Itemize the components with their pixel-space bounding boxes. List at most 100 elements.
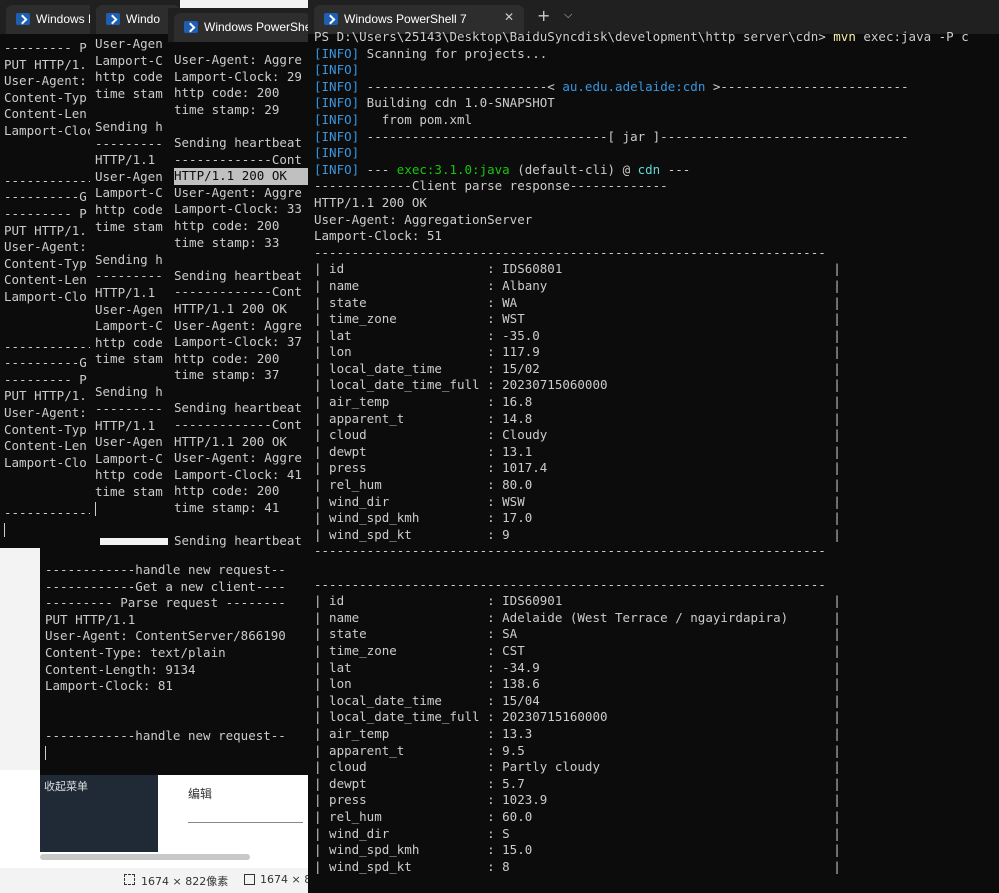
output-line: PUT HTTP/1. — [4, 222, 87, 238]
title-bar: Windo — [90, 0, 180, 34]
output-line: User-Agent: Aggre — [174, 317, 302, 333]
table-row: | apparent_t : 14.8 | — [314, 410, 841, 426]
output-line: PUT HTTP/1. — [4, 56, 87, 72]
table-row: | id : IDS60801 | — [314, 261, 841, 277]
info-line: [INFO] from pom.xml — [314, 111, 473, 127]
output-line: PUT HTTP/1.1 — [45, 611, 136, 627]
tab-title: Windows PowerShell 7 — [344, 12, 467, 26]
command: mvn — [833, 29, 856, 44]
output-line: -------------Cont — [174, 417, 302, 433]
table-row: | wind_spd_kt : 9 | — [314, 526, 841, 542]
terminal-output: User-Agent: Aggre Lamport-Clock: 29 http c… — [168, 52, 310, 550]
table-row: | time_zone : CST | — [314, 642, 841, 658]
output-line: Lamport-Clock: 29 — [174, 68, 302, 84]
new-tab-icon[interactable]: + — [537, 6, 550, 25]
edit-label[interactable]: 编辑 — [188, 785, 212, 802]
chevron-down-icon[interactable]: ⌵ — [564, 8, 572, 22]
table-row: | local_date_time : 15/04 | — [314, 692, 841, 708]
terminal-output: PS D:\Users\25143\Desktop\BaiduSyncdisk\… — [308, 29, 999, 875]
table-row: | dewpt : 13.1 | — [314, 443, 841, 459]
output-line: PUT HTTP/1. — [4, 388, 87, 404]
output-line: Lamport-Clock: 33 — [174, 201, 302, 217]
cursor-line — [4, 521, 100, 538]
table-row: | cloud : Cloudy | — [314, 427, 841, 443]
server-terminal-window[interactable]: ------------handle new request-- --------… — [40, 545, 310, 775]
output-line: Lamport-Cloc — [4, 122, 95, 138]
powershell-icon — [324, 13, 338, 25]
output-line: -------------Cont — [174, 284, 302, 300]
output-line: User-Agent: Aggre — [174, 52, 302, 67]
table-row: | local_date_time_full : 20230715060000 … — [314, 377, 841, 393]
output-line: Sending heartbeat — [174, 400, 302, 416]
output-line: -------------Cont — [174, 151, 302, 167]
text-cursor — [95, 502, 96, 517]
cursor-line — [45, 745, 310, 762]
output-line: HTTP/1.1 200 OK — [174, 168, 310, 185]
output-line: Content-Len — [4, 438, 87, 454]
output-line: ------------ — [4, 338, 95, 354]
output-line: --------- P — [4, 40, 87, 55]
table-border: ----------------------------------------… — [314, 543, 826, 559]
menu-collapse-label[interactable]: 收起菜单 — [44, 778, 88, 794]
table-row: | rel_hum : 80.0 | — [314, 477, 841, 493]
output-line: ----------G — [4, 355, 87, 371]
output-line: Lamport-Clock: 41 — [174, 466, 302, 482]
table-row: | name : Albany | — [314, 277, 841, 293]
selection-icon — [124, 874, 135, 885]
output-line: ------------- — [4, 504, 100, 520]
output-line: HTTP/1.1 200 OK — [174, 300, 287, 316]
output-line: Content-Length: 9134 — [45, 661, 196, 677]
divider — [188, 822, 303, 823]
table-row: | air_temp : 13.3 | — [314, 725, 841, 741]
table-row: | dewpt : 5.7 | — [314, 775, 841, 791]
output-line: User-Agent: — [4, 405, 87, 421]
tab-window-1[interactable]: Windows P — [6, 5, 100, 34]
output-line: http code: 200 — [174, 483, 280, 499]
info-line: [INFO] — [314, 62, 360, 78]
table-row: | state : SA | — [314, 626, 841, 642]
output-line: HTTP/1.1 200 OK — [174, 433, 287, 449]
output-line: ------------handle new request-- — [45, 727, 286, 743]
main-terminal-window[interactable]: Windows PowerShell 7 ✕ + ⌵ PS D:\Users\2… — [308, 0, 999, 893]
output-line: http code: 200 — [174, 350, 280, 366]
tab-window-3[interactable]: Windows PowerShell — [174, 13, 310, 42]
output-line: User-Agent: ContentServer/866190 — [45, 628, 286, 644]
terminal-window-3[interactable]: Windows PowerShell User-Agent: Aggre Lamp… — [168, 8, 310, 556]
output-line: Lamport-Clock: 81 — [45, 678, 173, 694]
info-line: [INFO] ------------------------< au.edu.… — [314, 78, 909, 94]
powershell-icon — [106, 13, 120, 25]
info-line: [INFO] --------------------------------[… — [314, 128, 909, 144]
terminal-window-2[interactable]: Windo User-Agen Lamport-C http code time st… — [90, 0, 180, 538]
output-line: ------------Get a new client---- — [45, 578, 286, 594]
title-bar: Windows P — [0, 0, 100, 34]
image-size-icon — [244, 874, 255, 885]
table-row: | lon : 138.6 | — [314, 676, 841, 692]
output-line: ----------G — [4, 189, 87, 205]
terminal-window-1[interactable]: Windows P --------- P PUT HTTP/1. User-Age… — [0, 0, 100, 548]
output-line: Content-Typ — [4, 421, 87, 437]
output-line: --------- P — [4, 371, 87, 387]
output-line: time stamp: 29 — [174, 101, 280, 117]
table-row: | press : 1023.9 | — [314, 792, 841, 808]
table-row: | wind_dir : S | — [314, 825, 841, 841]
output-line: Lamport-Clo — [4, 288, 87, 304]
table-row: | lat : -34.9 | — [314, 659, 841, 675]
terminal-output: User-Agen Lamport-C http code time stam Send… — [90, 36, 180, 517]
table-row: | wind_dir : WSW | — [314, 493, 841, 509]
output-line: Sending heartbeat — [174, 267, 302, 283]
close-tab-icon[interactable]: ✕ — [504, 10, 514, 24]
scrollbar[interactable] — [40, 854, 250, 860]
output-line: Lamport-Clock: 37 — [174, 334, 302, 350]
table-border: ----------------------------------------… — [314, 244, 826, 260]
output-line: Sending heartbeat — [174, 533, 302, 549]
table-row: | lat : -35.0 | — [314, 327, 841, 343]
powershell-icon — [184, 21, 198, 33]
command-args: exec:java -P c — [855, 29, 969, 44]
output-line: Content-Type: text/plain — [45, 644, 226, 660]
response-line: HTTP/1.1 200 OK — [314, 194, 427, 210]
